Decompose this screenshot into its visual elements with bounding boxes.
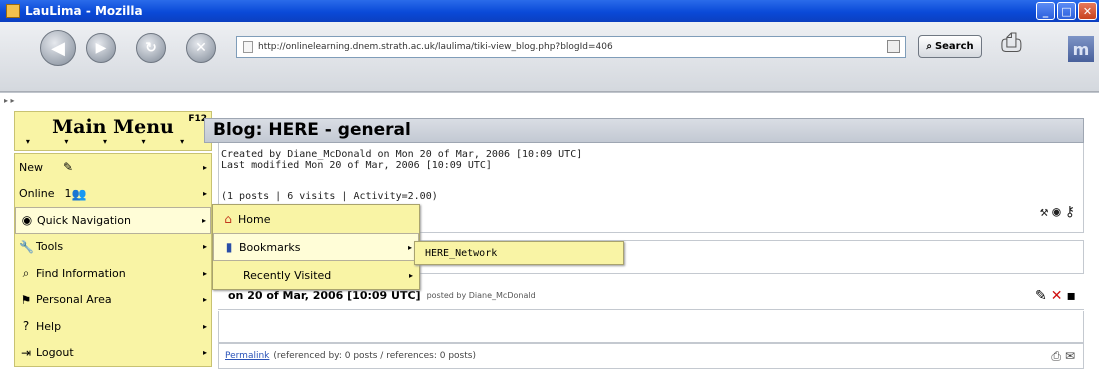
menu-item-new[interactable]: New ✎ ▸ [15,154,211,181]
post-footer-actions: ⎙ ✉ [1051,349,1075,364]
submenu-item-label: Bookmarks [239,240,301,254]
post-date: on 20 of Mar, 2006 [10:09 UTC] [228,289,421,302]
submenu-item-recently-visited[interactable]: Recently Visited ▸ [213,261,419,289]
submenu-item-label: Recently Visited [243,268,332,282]
mini-arrows[interactable]: ▸ ▸ [4,96,15,105]
window-title: LauLima - Mozilla [25,4,143,18]
menu-item-help[interactable]: ? Help ▸ [15,313,211,340]
menu-item-quick-navigation[interactable]: ◉ Quick Navigation ▸ [15,207,211,234]
main-menu-title: Main Menu [52,116,174,138]
personal-icon: ⚑ [20,292,32,307]
users-icon: 👥 [71,186,87,201]
chevron-right-icon: ▸ [408,270,413,280]
chevron-right-icon: ▸ [202,189,207,199]
forward-arrow-icon: ▶ [95,40,107,56]
page-icon [243,41,253,53]
menu-item-label: Tools [36,240,64,254]
menu-item-label: Logout [36,346,74,360]
post-references: (referenced by: 0 posts / references: 0 … [273,351,476,361]
save-post-icon[interactable]: ▪ [1067,288,1077,304]
menu-item-label: Quick Navigation [37,213,131,227]
menu-item-personal-area[interactable]: ⚑ Personal Area ▸ [15,287,211,314]
globe-icon: ◉ [21,213,33,228]
post-footer: Permalink (referenced by: 0 posts / refe… [218,343,1084,369]
close-button[interactable]: ✕ [1078,2,1097,20]
forward-button[interactable]: ▶ [86,33,116,63]
back-button[interactable]: ◀ [40,30,76,66]
go-button[interactable] [887,40,900,53]
blog-title: Blog: HERE - general [204,118,1084,143]
bookmarks-submenu: HERE_Network [414,241,624,265]
reload-button[interactable]: ↻ [136,33,166,63]
chevron-right-icon: ▸ [202,321,207,331]
print-icon[interactable]: ⎙ [1001,28,1035,60]
chevron-right-icon: ▸ [407,242,412,252]
chevron-right-icon: ▸ [202,268,207,278]
email-post-icon[interactable]: ✉ [1065,349,1075,364]
edit-blog-icon[interactable]: ⚒ [1040,205,1048,219]
blog-created: Created by Diane_McDonald on Mon 20 of M… [221,149,583,160]
throbber-icon: m [1068,36,1094,62]
url-text: http://onlinelearning.dnem.strath.ac.uk/… [258,42,613,52]
home-icon: ⌂ [224,212,232,226]
keys-icon[interactable]: ⚷ [1065,205,1075,219]
find-icon: ⌕ [22,266,30,281]
submenu-item-bookmarks[interactable]: ▮ Bookmarks ▸ [213,233,419,261]
menu-item-tools[interactable]: 🔧 Tools ▸ [15,234,211,261]
view-icon[interactable]: ◉ [1052,205,1060,219]
permalink-link[interactable]: Permalink [225,351,269,361]
blog-modified: Last modified Mon 20 of Mar, 2006 [10:09… [221,160,492,171]
bookmark-item-here-network[interactable]: HERE_Network [425,248,497,259]
search-icon: ⌕ [926,41,932,52]
stop-icon: ✕ [195,40,207,56]
window-titlebar: LauLima - Mozilla _ □ ✕ [0,0,1099,22]
logout-icon: ⇥ [20,345,32,360]
main-menu-header[interactable]: Main Menu F12 ▾ ▾ ▾ ▾ ▾ [14,111,212,151]
stop-button[interactable]: ✕ [186,33,216,63]
post-author: posted by Diane_McDonald [426,291,536,300]
blog-actions: ⚒ ◉ ⚷ [1040,205,1075,219]
menu-item-logout[interactable]: ⇥ Logout ▸ [15,340,211,367]
main-menu-arrows: ▾ ▾ ▾ ▾ ▾ [25,137,201,146]
chevron-right-icon: ▸ [202,295,207,305]
menu-item-label: Find Information [36,266,126,280]
minimize-button[interactable]: _ [1036,2,1055,20]
menu-item-label: Online [19,187,55,201]
post-tools: ✎ ✕ ▪ [1035,288,1076,304]
quick-navigation-submenu: ⌂ Home ▮ Bookmarks ▸ Recently Visited ▸ [212,204,420,290]
blog-stats: (1 posts | 6 visits | Activity=2.00) [221,191,438,202]
window-controls: _ □ ✕ [1036,2,1097,20]
submenu-item-home[interactable]: ⌂ Home [213,205,419,233]
chevron-right-icon: ▸ [202,242,207,252]
submenu-item-label: Home [238,212,271,226]
url-bar[interactable]: http://onlinelearning.dnem.strath.ac.uk/… [236,36,906,58]
bookmarks-icon: ▮ [225,240,233,254]
main-menu: New ✎ ▸ Online 1 👥 ▸ ◉ Quick Navigation … [14,153,212,367]
online-count: 1 [64,187,72,201]
post-body [218,311,1084,343]
chevron-right-icon: ▸ [201,215,206,225]
back-arrow-icon: ◀ [51,37,65,59]
maximize-button[interactable]: □ [1057,2,1076,20]
edit-post-icon[interactable]: ✎ [1035,288,1047,304]
navigation-toolbar: ◀ ▶ ↻ ✕ http://onlinelearning.dnem.strat… [0,22,1099,105]
search-button[interactable]: ⌕ Search [918,35,982,58]
chevron-right-icon: ▸ [202,162,207,172]
menu-item-label: New [19,160,43,174]
tools-icon: 🔧 [19,239,34,254]
help-icon: ? [22,319,30,334]
search-button-label: Search [934,41,974,52]
delete-post-icon[interactable]: ✕ [1051,288,1063,304]
reload-icon: ↻ [145,40,157,56]
print-post-icon[interactable]: ⎙ [1051,349,1061,364]
menu-item-online[interactable]: Online 1 👥 ▸ [15,181,211,208]
app-icon [6,4,20,18]
mini-toolbar: ▸ ▸ [0,92,1099,112]
menu-item-find-information[interactable]: ⌕ Find Information ▸ [15,260,211,287]
chevron-right-icon: ▸ [202,348,207,358]
new-icon: ✎ [62,160,74,175]
menu-item-label: Help [36,319,62,333]
menu-item-label: Personal Area [36,293,112,307]
